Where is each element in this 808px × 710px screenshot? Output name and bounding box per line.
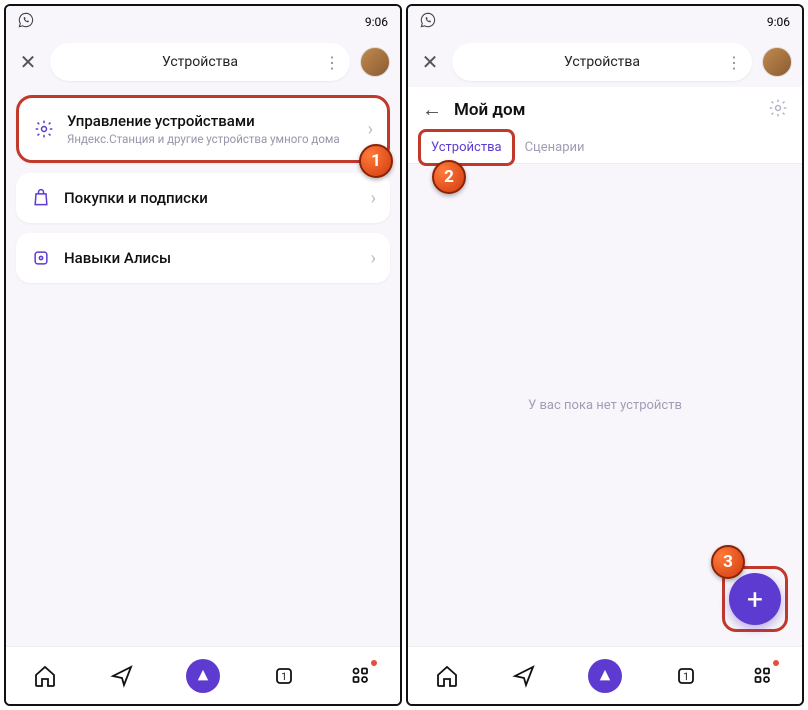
more-icon[interactable]: ⋮ [726,53,740,72]
close-icon[interactable]: ✕ [16,50,40,74]
bag-icon [30,187,52,209]
home-title: Мой дом [454,100,756,120]
chevron-right-icon: › [368,119,373,140]
card-title: Покупки и подписки [64,189,359,207]
notification-dot [371,660,377,666]
page-header: ✕ Устройства ⋮ [408,37,802,87]
page-title: Устройства [564,54,640,70]
tab-scenarios[interactable]: Сценарии [515,132,595,163]
skills-icon [30,247,52,269]
header-pill[interactable]: Устройства ⋮ [452,43,752,81]
nav-tabs-icon[interactable]: 1 [672,662,700,690]
settings-icon[interactable] [768,98,788,122]
step-badge-1: 1 [359,144,393,178]
page-header: ✕ Устройства ⋮ [6,37,400,87]
bottom-nav: 1 [408,646,802,704]
card-subtitle: Яндекс.Станция и другие устройства умног… [67,132,356,146]
more-icon[interactable]: ⋮ [324,53,338,72]
gear-icon [33,118,55,140]
chevron-right-icon: › [371,248,376,269]
svg-text:1: 1 [281,672,287,683]
back-icon[interactable]: ← [422,97,442,122]
screen-devices-menu: 9:06 ✕ Устройства ⋮ Управление устройств… [4,4,402,706]
alice-skills-item[interactable]: Навыки Алисы › [16,233,390,283]
tabs: Устройства Сценарии 2 [408,132,802,164]
svg-text:1: 1 [683,672,689,683]
chevron-right-icon: › [371,188,376,209]
header-pill[interactable]: Устройства ⋮ [50,43,350,81]
menu-list: Управление устройствами Яндекс.Станция и… [6,87,400,291]
nav-services-icon[interactable] [749,662,777,690]
whatsapp-icon [18,12,34,31]
nav-home-icon[interactable] [433,662,461,690]
nav-tabs-icon[interactable]: 1 [270,662,298,690]
close-icon[interactable]: ✕ [418,50,442,74]
bottom-nav: 1 [6,646,400,704]
tab-devices[interactable]: Устройства [418,129,515,166]
status-bar: 9:06 [408,6,802,37]
nav-alice-button[interactable] [186,659,220,693]
nav-alice-button[interactable] [588,659,622,693]
card-title: Навыки Алисы [64,249,359,267]
add-device-button[interactable]: + [729,573,781,625]
subheader: ← Мой дом [408,87,802,132]
notification-dot [773,660,779,666]
nav-send-icon[interactable] [510,662,538,690]
card-title: Управление устройствами [67,112,356,130]
step-badge-3: 3 [711,545,745,579]
status-bar: 9:06 [6,6,400,37]
clock: 9:06 [767,15,790,29]
purchases-item[interactable]: Покупки и подписки › [16,173,390,223]
page-title: Устройства [162,54,238,70]
nav-home-icon[interactable] [31,662,59,690]
avatar[interactable] [762,47,792,77]
nav-services-icon[interactable] [347,662,375,690]
manage-devices-item[interactable]: Управление устройствами Яндекс.Станция и… [16,95,390,163]
step-badge-2: 2 [432,160,466,194]
nav-send-icon[interactable] [108,662,136,690]
clock: 9:06 [365,15,388,29]
screen-my-home: 9:06 ✕ Устройства ⋮ ← Мой дом Устройства… [406,4,804,706]
whatsapp-icon [420,12,436,31]
fab-highlight: + 3 [722,566,788,632]
avatar[interactable] [360,47,390,77]
